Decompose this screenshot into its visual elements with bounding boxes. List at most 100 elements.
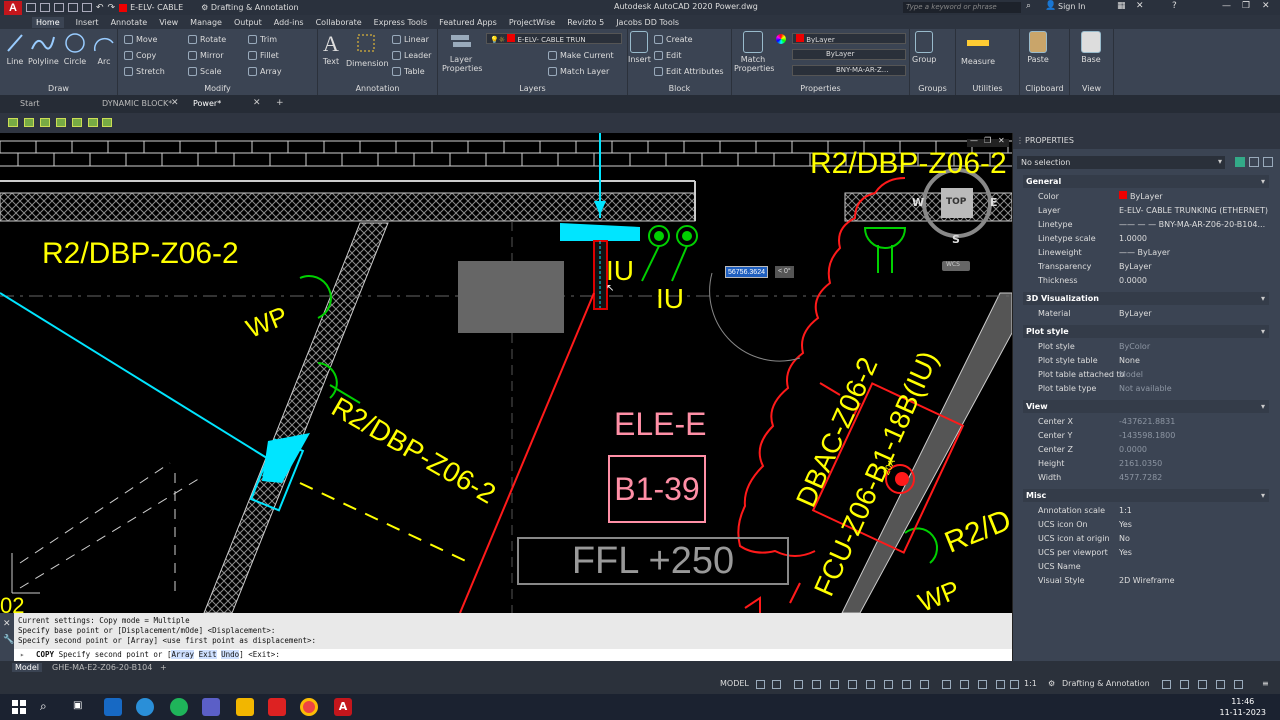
- block-panel-title[interactable]: Block: [628, 84, 731, 93]
- section-view[interactable]: View ▾: [1023, 400, 1269, 413]
- user-icon[interactable]: 👤: [1045, 1, 1056, 11]
- clipboard-panel-title[interactable]: Clipboard: [1020, 84, 1069, 93]
- redo-icon[interactable]: ↷: [108, 3, 116, 13]
- object-snap-tracking-icon[interactable]: [848, 680, 857, 689]
- close-command-icon[interactable]: ✕: [3, 619, 11, 629]
- palette-grip-icon[interactable]: ⋮: [1016, 136, 1024, 145]
- toolbar-tool-icon[interactable]: [40, 118, 50, 127]
- property-value[interactable]: Yes: [1119, 518, 1132, 532]
- windows-start-icon[interactable]: [12, 700, 26, 714]
- drawing-canvas[interactable]: R2/DBP-Z06-2 R2/DBP-Z06-2 R2/DBP-Z06-2 W…: [0, 133, 1012, 613]
- section-misc[interactable]: Misc ▾: [1023, 489, 1269, 502]
- new-tab-icon[interactable]: +: [276, 98, 284, 108]
- view-panel-title[interactable]: View: [1070, 84, 1113, 93]
- property-row[interactable]: Linetype scale 1.0000: [1023, 232, 1269, 246]
- property-value[interactable]: No: [1119, 532, 1130, 546]
- property-row[interactable]: Lineweight —— ByLayer: [1023, 246, 1269, 260]
- property-row[interactable]: Linetype —— — — BNY-MA-AR-Z06-20-B104...: [1023, 218, 1269, 232]
- selection-cycling-icon[interactable]: [920, 680, 929, 689]
- doc-tab-power[interactable]: Power*: [193, 99, 221, 108]
- customization-menu-icon[interactable]: ≡: [1262, 679, 1269, 688]
- room-number-tag[interactable]: B1-39: [608, 455, 706, 523]
- toolbar-tool-icon[interactable]: [72, 118, 82, 127]
- paste-button[interactable]: Paste: [1024, 31, 1052, 64]
- measure-button[interactable]: Measure: [960, 31, 996, 66]
- property-row[interactable]: Plot style ByColor: [1023, 340, 1269, 354]
- linear-tool[interactable]: Linear: [392, 35, 429, 44]
- lineweight-dropdown[interactable]: ByLayer: [792, 49, 906, 60]
- insert-button[interactable]: Insert: [628, 31, 651, 64]
- viewcube-east[interactable]: E: [990, 196, 998, 209]
- draw-panel-title[interactable]: Draw: [0, 84, 117, 93]
- tab-output[interactable]: Output: [234, 18, 262, 27]
- ortho-icon[interactable]: [794, 680, 803, 689]
- search-input[interactable]: Type a keyword or phrase: [903, 2, 1021, 13]
- viewport-minimize-icon[interactable]: —: [970, 136, 978, 145]
- property-row[interactable]: UCS icon On Yes: [1023, 518, 1269, 532]
- property-value[interactable]: —— — — BNY-MA-AR-Z06-20-B104...: [1119, 218, 1265, 232]
- 3d-osnap-icon[interactable]: [942, 680, 951, 689]
- property-row[interactable]: Plot table attached to Model: [1023, 368, 1269, 382]
- tab-layout[interactable]: GHE-MA-E2-Z06-20-B104: [52, 663, 152, 672]
- property-row[interactable]: Center Y -143598.1800: [1023, 429, 1269, 443]
- tab-add-ins[interactable]: Add-ins: [274, 18, 304, 27]
- match-properties-button[interactable]: Match Properties: [734, 31, 774, 73]
- property-value[interactable]: 0.0000: [1119, 443, 1147, 457]
- dynamic-input-distance[interactable]: 56756.3624: [725, 266, 768, 278]
- model-space-toggle[interactable]: MODEL: [720, 679, 749, 688]
- base-button[interactable]: Base: [1076, 31, 1106, 64]
- toolbar-tool-icon[interactable]: [88, 118, 98, 127]
- collapse-icon[interactable]: ▾: [1261, 292, 1265, 305]
- isodraft-icon[interactable]: [830, 680, 839, 689]
- collapse-icon[interactable]: ▾: [1261, 325, 1265, 338]
- tab-collaborate[interactable]: Collaborate: [316, 18, 362, 27]
- collapse-icon[interactable]: ▾: [1261, 489, 1265, 502]
- property-row[interactable]: Visual Style 2D Wireframe: [1023, 574, 1269, 588]
- tab-featured-apps[interactable]: Featured Apps: [439, 18, 497, 27]
- copy-tool[interactable]: Copy: [124, 51, 156, 60]
- tab-model[interactable]: Model: [12, 663, 43, 672]
- quick-select-icon[interactable]: [1263, 157, 1273, 167]
- utilities-panel-title[interactable]: Utilities: [956, 84, 1019, 93]
- section-3d-visualization[interactable]: 3D Visualization ▾: [1023, 292, 1269, 305]
- clean-screen-icon[interactable]: [1234, 680, 1243, 689]
- teams-icon[interactable]: [202, 698, 220, 716]
- workspace-selector[interactable]: ⚙ Drafting & Annotation: [201, 3, 298, 12]
- select-objects-icon[interactable]: [1249, 157, 1259, 167]
- circle-button[interactable]: Circle: [62, 31, 88, 66]
- restore-icon[interactable]: ❐: [1242, 1, 1250, 11]
- dynamic-input-angle[interactable]: < 0°: [775, 266, 794, 278]
- cart-icon[interactable]: ▦: [1117, 1, 1126, 11]
- rotate-tool[interactable]: Rotate: [188, 35, 226, 44]
- line-button[interactable]: Line: [4, 31, 26, 66]
- mirror-tool[interactable]: Mirror: [188, 51, 224, 60]
- chevron-down-icon[interactable]: ▾: [1218, 157, 1222, 166]
- property-value[interactable]: ByLayer: [1119, 260, 1152, 274]
- hardware-acceleration-icon[interactable]: [1216, 680, 1225, 689]
- option-exit[interactable]: Exit: [198, 650, 217, 659]
- property-value[interactable]: -437621.8831: [1119, 415, 1175, 429]
- property-row[interactable]: Color ByLayer: [1023, 190, 1269, 204]
- object-snap-icon[interactable]: [866, 680, 875, 689]
- lineweight-icon[interactable]: [884, 680, 893, 689]
- match-layer-tool[interactable]: Match Layer: [548, 67, 609, 76]
- autocad-app-icon[interactable]: A: [4, 0, 22, 15]
- dynamic-ucs-icon[interactable]: [960, 680, 969, 689]
- toolbar-tool-icon[interactable]: [8, 118, 18, 127]
- print-icon[interactable]: [82, 3, 92, 12]
- trim-tool[interactable]: Trim: [248, 35, 277, 44]
- help-icon[interactable]: ?: [1172, 1, 1177, 11]
- layer-properties-button[interactable]: Layer Properties: [442, 31, 482, 73]
- transparency-icon[interactable]: [902, 680, 911, 689]
- system-clock[interactable]: 11:46 11-11-2023: [1220, 696, 1267, 718]
- array-tool[interactable]: Array: [248, 67, 282, 76]
- modify-panel-title[interactable]: Modify: [118, 84, 317, 93]
- layers-panel-title[interactable]: Layers: [438, 84, 627, 93]
- ffl-level-tag[interactable]: FFL +250: [517, 537, 789, 585]
- label-dbp-top-left[interactable]: R2/DBP-Z06-2: [42, 237, 239, 271]
- tab-express-tools[interactable]: Express Tools: [374, 18, 428, 27]
- viewcube-south[interactable]: S: [952, 233, 960, 246]
- property-row[interactable]: Height 2161.0350: [1023, 457, 1269, 471]
- tab-home[interactable]: Home: [32, 16, 64, 28]
- label-iu-2[interactable]: IU: [656, 283, 684, 315]
